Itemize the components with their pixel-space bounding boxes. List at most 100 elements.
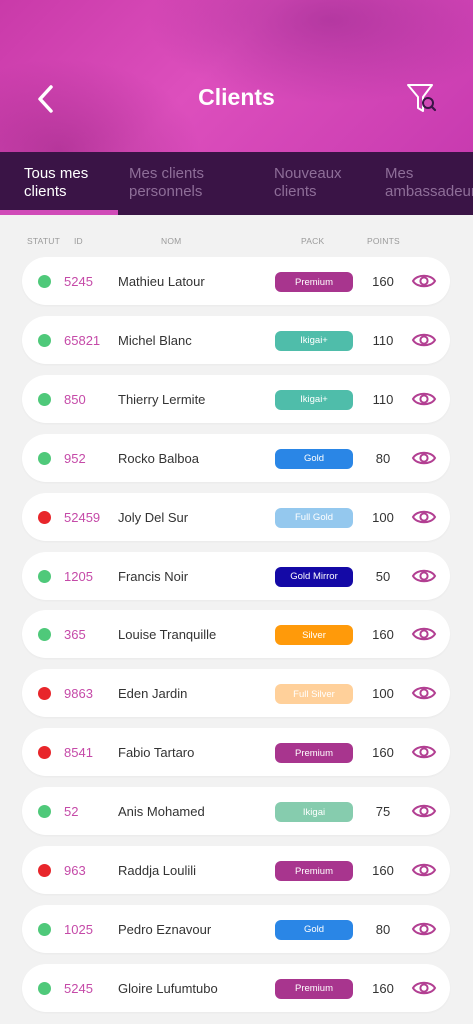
client-row[interactable]: 1025 Pedro Eznavour Gold 80: [22, 904, 450, 953]
client-id: 1025: [64, 921, 93, 937]
eye-icon: [411, 804, 437, 818]
eye-icon: [411, 333, 437, 347]
client-points: 100: [372, 509, 394, 525]
tab-all-clients[interactable]: Tous mes clients: [24, 165, 114, 201]
client-name: Louise Tranquille: [118, 627, 217, 643]
eye-icon: [411, 922, 437, 936]
client-name: Joly Del Sur: [118, 509, 189, 525]
status-dot: [38, 333, 51, 347]
client-id: 65821: [64, 332, 101, 348]
pack-badge: Gold: [275, 448, 353, 469]
client-row[interactable]: 1205 Francis Noir Gold Mirror 50: [22, 551, 450, 600]
status-dot: [38, 275, 51, 288]
client-name: Mathieu Latour: [118, 274, 205, 289]
eye-icon: [411, 392, 437, 406]
client-row[interactable]: 963 Raddja Loulili Premium 160: [22, 846, 450, 894]
pack-badge: Premium: [275, 272, 353, 292]
view-client-button[interactable]: [411, 683, 437, 703]
column-header-points: POINTS: [367, 236, 400, 246]
status-dot: [38, 510, 51, 524]
client-name: Raddja Loulili: [118, 863, 197, 878]
client-id: 52: [64, 804, 79, 820]
client-id: 1205: [64, 568, 93, 584]
view-client-button[interactable]: [411, 507, 437, 527]
client-id: 5245: [64, 980, 93, 996]
view-client-button[interactable]: [411, 919, 437, 939]
pack-badge: Ikigai+: [275, 389, 353, 410]
eye-icon: [411, 687, 437, 700]
client-points: 160: [372, 745, 394, 761]
pack-badge: Full Gold: [275, 507, 353, 528]
pack-badge: Ikigai+: [275, 330, 353, 351]
client-points: 110: [372, 332, 394, 348]
pack-badge: Gold: [275, 919, 353, 940]
client-id: 963: [64, 863, 86, 878]
client-points: 75: [375, 804, 391, 820]
client-row[interactable]: 65821 Michel Blanc Ikigai+ 110: [22, 315, 450, 364]
page-title: Clients: [198, 84, 275, 110]
client-id: 850: [64, 391, 86, 407]
eye-icon: [411, 863, 437, 877]
client-row[interactable]: 5245 Mathieu Latour Premium 160: [22, 257, 450, 305]
client-points: 160: [372, 627, 394, 643]
eye-icon: [411, 569, 437, 582]
pack-badge: Premium: [275, 743, 353, 764]
client-name: Rocko Balboa: [118, 450, 199, 466]
tab-ambassadors[interactable]: Mes ambassadeurs: [385, 165, 473, 201]
status-dot: [38, 922, 51, 936]
client-row[interactable]: 52 Anis Mohamed Ikigai 75: [22, 787, 450, 836]
view-client-button[interactable]: [411, 448, 437, 468]
client-id: 5245: [64, 274, 93, 289]
view-client-button[interactable]: [411, 624, 437, 644]
client-row[interactable]: 9863 Eden Jardin Full Silver 100: [22, 669, 450, 718]
client-name: Gloire Lufumtubo: [118, 980, 218, 996]
client-row[interactable]: 365 Louise Tranquille Silver 160: [22, 610, 450, 659]
status-dot: [38, 451, 51, 465]
client-points: 100: [372, 686, 394, 702]
filter-button[interactable]: [404, 80, 440, 118]
view-client-button[interactable]: [411, 978, 437, 998]
client-id: 9863: [64, 686, 93, 702]
eye-icon: [411, 510, 437, 523]
client-row[interactable]: 5245 Gloire Lufumtubo Premium 160: [22, 963, 450, 1012]
client-row[interactable]: 952 Rocko Balboa Gold 80: [22, 433, 450, 482]
eye-icon: [411, 451, 437, 464]
view-client-button[interactable]: [411, 271, 437, 291]
view-client-button[interactable]: [411, 566, 437, 586]
client-points: 160: [372, 863, 394, 878]
client-name: Francis Noir: [118, 568, 189, 584]
status-dot: [38, 981, 51, 995]
active-tab-indicator: [0, 210, 118, 215]
pack-badge: Gold Mirror: [275, 566, 353, 587]
pack-badge: Full Silver: [275, 684, 353, 705]
eye-icon: [411, 274, 437, 288]
status-dot: [38, 746, 51, 760]
column-headers: STATUT ID NOM PACK POINTS: [0, 236, 473, 248]
pack-badge: Premium: [275, 861, 353, 881]
client-points: 110: [372, 391, 394, 407]
client-row[interactable]: 8541 Fabio Tartaro Premium 160: [22, 728, 450, 777]
filter-search-icon: [407, 84, 437, 112]
view-client-button[interactable]: [411, 801, 437, 821]
client-row[interactable]: 850 Thierry Lermite Ikigai+ 110: [22, 374, 450, 423]
column-header-id: ID: [74, 236, 83, 246]
column-header-status: STATUT: [27, 236, 60, 246]
view-client-button[interactable]: [411, 330, 437, 350]
client-name: Eden Jardin: [118, 686, 188, 702]
client-id: 8541: [64, 745, 93, 761]
client-id: 365: [64, 627, 86, 643]
status-dot: [38, 392, 51, 406]
client-name: Fabio Tartaro: [118, 745, 195, 761]
view-client-button[interactable]: [411, 389, 437, 409]
tab-new-clients[interactable]: Nouveaux clients: [274, 165, 364, 201]
column-header-pack: PACK: [301, 236, 325, 246]
client-points: 160: [372, 274, 394, 289]
status-dot: [38, 687, 51, 701]
client-id: 52459: [64, 509, 101, 525]
tab-bar: Tous mes clients Mes clients personnels …: [0, 152, 473, 215]
client-row[interactable]: 52459 Joly Del Sur Full Gold 100: [22, 492, 450, 541]
tab-personal-clients[interactable]: Mes clients personnels: [129, 165, 239, 201]
view-client-button[interactable]: [411, 742, 437, 762]
status-dot: [38, 628, 51, 642]
view-client-button[interactable]: [411, 860, 437, 880]
